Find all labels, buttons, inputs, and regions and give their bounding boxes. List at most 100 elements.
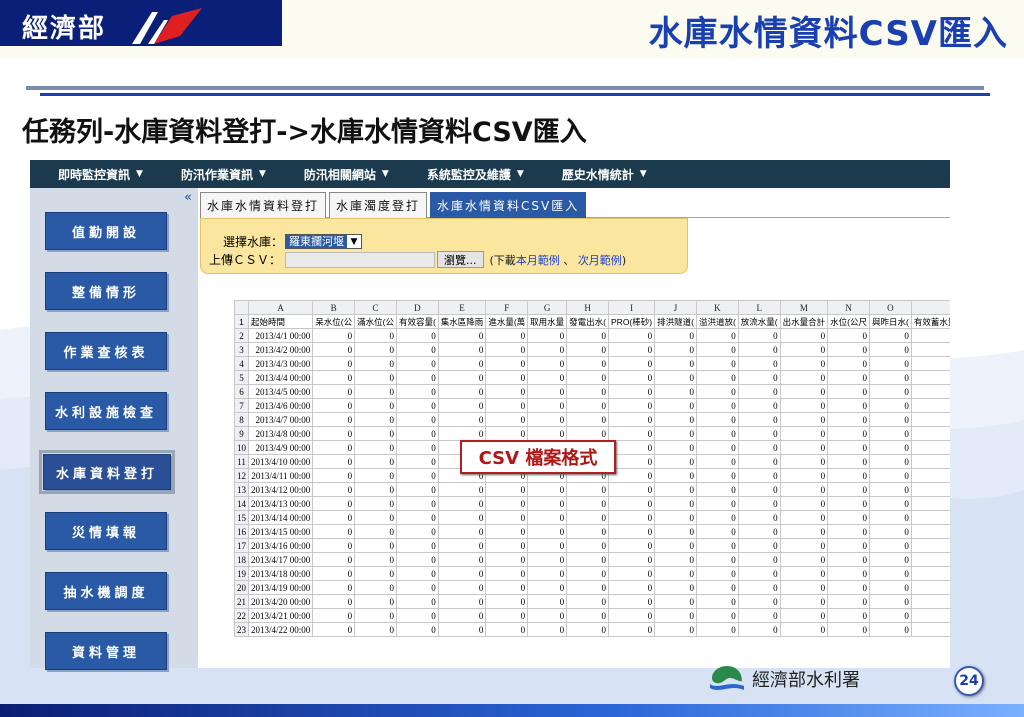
- tab-csv-import[interactable]: 水庫水情資料CSV匯入: [430, 192, 587, 218]
- value-cell: 0: [527, 538, 568, 553]
- sidebar-item-facility-inspection[interactable]: 水利設施檢查: [45, 392, 167, 430]
- value-cell: 0: [737, 342, 781, 357]
- value-cell: 0: [485, 342, 529, 357]
- value-cell: 0: [910, 440, 950, 455]
- csv-file-input[interactable]: [285, 251, 436, 268]
- header-cell: 發電出水(: [566, 314, 610, 329]
- value-cell: 0: [910, 538, 950, 553]
- sidebar-item-reservoir-entry[interactable]: 水庫資料登打: [39, 450, 175, 494]
- value-cell: 0: [695, 566, 739, 581]
- value-cell: 0: [737, 482, 781, 497]
- value-cell: 0: [527, 566, 568, 581]
- date-cell: 2013/4/17 00:00: [247, 552, 314, 567]
- download-prefix: (下載: [489, 253, 516, 267]
- collapse-sidebar-icon[interactable]: «: [184, 190, 192, 205]
- value-cell: 0: [566, 524, 610, 539]
- value-cell: 0: [485, 608, 529, 623]
- value-cell: 0: [869, 384, 912, 399]
- value-cell: 0: [869, 566, 912, 581]
- value-cell: 0: [827, 398, 870, 413]
- value-cell: 0: [437, 566, 487, 581]
- value-cell: 0: [437, 622, 487, 637]
- value-cell: 0: [312, 524, 356, 539]
- row-number: 12: [234, 468, 249, 483]
- value-cell: 0: [869, 510, 912, 525]
- menu-realtime-monitoring[interactable]: 即時監控資訊 ▼: [30, 160, 153, 188]
- date-cell: 2013/4/8 00:00: [247, 426, 314, 441]
- download-this-month-link[interactable]: 本月範例: [516, 254, 560, 267]
- value-cell: 0: [827, 510, 870, 525]
- download-next-month-link[interactable]: 次月範例: [578, 254, 622, 267]
- date-cell: 2013/4/15 00:00: [247, 524, 314, 539]
- reservoir-select[interactable]: 羅東攔河堰 ▼: [285, 234, 363, 249]
- sidebar-item-data-management[interactable]: 資料管理: [45, 632, 167, 670]
- menu-label: 系統監控及維護: [426, 167, 511, 182]
- value-cell: 0: [910, 426, 950, 441]
- chevron-down-icon: ▼: [258, 169, 266, 179]
- row-number: 21: [234, 594, 249, 609]
- value-cell: 0: [869, 398, 912, 413]
- value-cell: 0: [737, 398, 781, 413]
- sidebar-item-disaster-report[interactable]: 災情填報: [45, 512, 167, 550]
- value-cell: 0: [354, 566, 397, 581]
- tab-turbidity-entry[interactable]: 水庫濁度登打: [329, 192, 428, 218]
- sidebar-item-duty-setup[interactable]: 值勤開設: [45, 212, 167, 250]
- header-cell: 溢洪道放(: [695, 314, 739, 329]
- menu-historical-stats[interactable]: 歷史水情統計 ▼: [534, 160, 657, 188]
- browse-button[interactable]: 瀏覽...: [437, 251, 484, 268]
- value-cell: 0: [437, 552, 487, 567]
- header-cell: 呆水位(公: [312, 314, 356, 329]
- column-letter: H: [566, 300, 610, 315]
- value-cell: 0: [737, 454, 781, 469]
- row-number: 4: [234, 356, 249, 371]
- table-row: 212013/4/20 00:00000000000000000: [234, 594, 950, 609]
- value-cell: 0: [485, 398, 529, 413]
- header-cell: PRO(棒砂): [608, 314, 656, 329]
- value-cell: 0: [566, 552, 610, 567]
- sidebar-item-pump-dispatch[interactable]: 抽水機調度: [45, 572, 167, 610]
- value-cell: 0: [566, 566, 610, 581]
- value-cell: 0: [827, 566, 870, 581]
- row-number: 8: [234, 412, 249, 427]
- header-cell: 與昨日水(: [869, 314, 912, 329]
- table-row: 82013/4/7 00:00000000000000000: [234, 412, 950, 427]
- tab-reservoir-data-entry[interactable]: 水庫水情資料登打: [200, 192, 327, 218]
- value-cell: 0: [869, 426, 912, 441]
- row-number: 22: [234, 608, 249, 623]
- value-cell: 0: [869, 538, 912, 553]
- value-cell: 0: [485, 566, 529, 581]
- value-cell: 0: [527, 482, 568, 497]
- value-cell: 0: [695, 468, 739, 483]
- value-cell: 0: [779, 524, 829, 539]
- value-cell: 0: [608, 608, 656, 623]
- value-cell: 0: [608, 496, 656, 511]
- row-number: 13: [234, 482, 249, 497]
- csv-import-form: 選擇水庫： 羅東攔河堰 ▼ 上傳ＣＳＶ： 瀏覽... (下載本月範例 、 次月範…: [200, 218, 688, 274]
- value-cell: 0: [354, 454, 397, 469]
- menu-flood-operations[interactable]: 防汛作業資訊 ▼: [153, 160, 276, 188]
- value-cell: 0: [437, 482, 487, 497]
- value-cell: 0: [695, 580, 739, 595]
- value-cell: 0: [779, 398, 829, 413]
- value-cell: 0: [395, 566, 439, 581]
- value-cell: 0: [395, 384, 439, 399]
- value-cell: 0: [910, 454, 950, 469]
- value-cell: 0: [608, 370, 656, 385]
- value-cell: 0: [869, 342, 912, 357]
- value-cell: 0: [566, 412, 610, 427]
- value-cell: 0: [527, 426, 568, 441]
- value-cell: 0: [827, 328, 870, 343]
- menu-system-maintenance[interactable]: 系統監控及維護 ▼: [399, 160, 534, 188]
- menu-related-sites[interactable]: 防汛相關網站 ▼: [276, 160, 399, 188]
- table-row: 92013/4/8 00:00000000000000000: [234, 426, 950, 441]
- row-number: 14: [234, 496, 249, 511]
- value-cell: 0: [910, 342, 950, 357]
- sidebar-item-checklist[interactable]: 作業查核表: [45, 332, 167, 370]
- value-cell: 0: [312, 482, 356, 497]
- download-suffix: ): [621, 253, 627, 267]
- value-cell: 0: [312, 412, 356, 427]
- row-number: 20: [234, 580, 249, 595]
- upload-row: 上傳ＣＳＶ： 瀏覽... (下載本月範例 、 次月範例): [209, 251, 626, 268]
- sidebar-item-readiness[interactable]: 整備情形: [45, 272, 167, 310]
- value-cell: 0: [695, 510, 739, 525]
